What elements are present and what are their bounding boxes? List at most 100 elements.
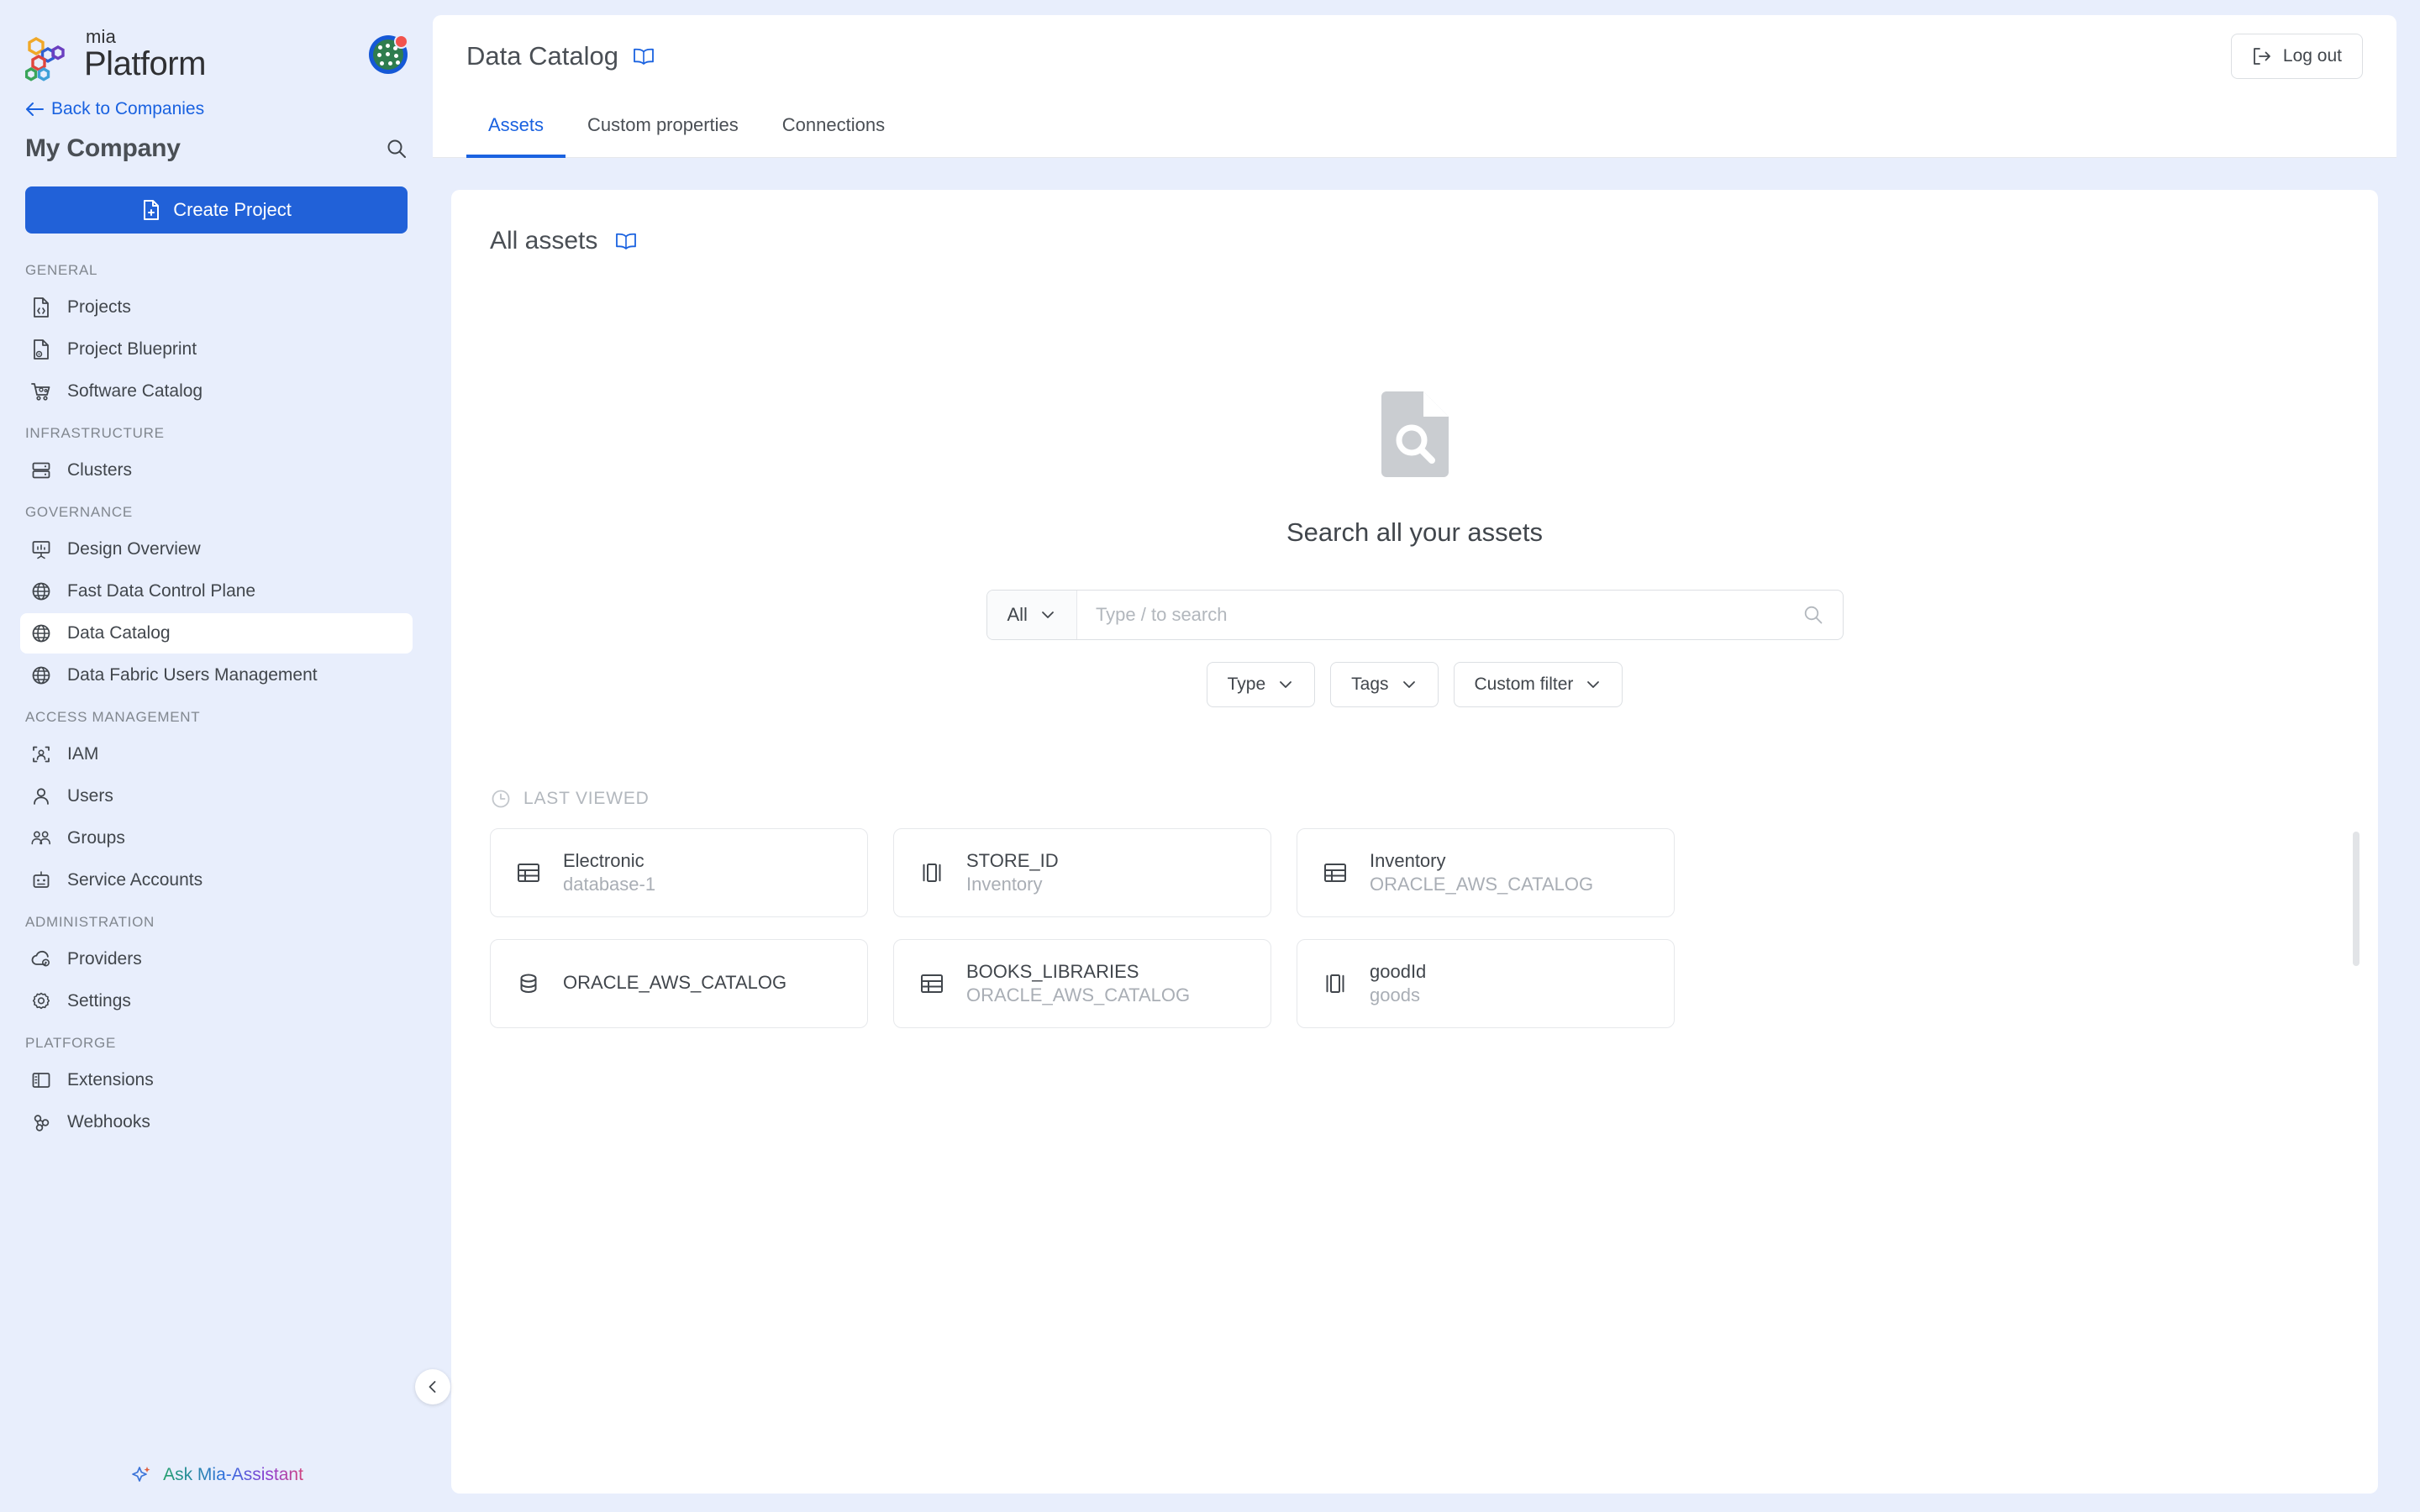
sidebar-item-software-catalog[interactable]: Software Catalog [20,371,413,412]
tab-connections[interactable]: Connections [760,97,907,158]
asset-card[interactable]: BOOKS_LIBRARIES ORACLE_AWS_CATALOG [893,939,1271,1028]
sidebar-item-data-fabric-users-management[interactable]: Data Fabric Users Management [20,655,413,696]
nav-group-infrastructure-label: INFRASTRUCTURE [25,425,165,441]
company-row: My Company [25,134,408,163]
sidebar-item-service-accounts[interactable]: Service Accounts [20,860,413,900]
sidebar-item-project-blueprint[interactable]: Project Blueprint [20,329,413,370]
empty-state-title: Search all your assets [1286,517,1543,547]
nav-group-governance-label: GOVERNANCE [25,504,133,520]
sidebar-item-webhooks[interactable]: Webhooks [20,1102,413,1142]
chevron-down-icon [1401,679,1418,690]
sidebar-item-settings[interactable]: Settings [20,981,413,1021]
cloud-gear-icon [30,948,52,970]
search-icon[interactable] [386,138,408,160]
sidebar-item-label: Project Blueprint [67,339,197,359]
nav-group-access-management-label: ACCESS MANAGEMENT [25,709,201,725]
company-name: My Company [25,134,181,162]
logout-icon [2252,47,2272,66]
table-icon [1321,858,1349,887]
filter-type[interactable]: Type [1206,662,1316,707]
sidebar-item-providers[interactable]: Providers [20,939,413,979]
asset-card-sub: Inventory [966,874,1043,895]
filter-custom-label: Custom filter [1474,675,1574,694]
asset-card[interactable]: ORACLE_AWS_CATALOG [490,939,868,1028]
sidebar-collapse-button[interactable] [415,1369,450,1404]
cards-scrollbar[interactable] [2353,832,2360,966]
sidebar-item-fast-data-control-plane[interactable]: Fast Data Control Plane [20,571,413,612]
avatar[interactable] [369,34,408,74]
search-scope-select[interactable]: All [986,591,1077,639]
sidebar-item-clusters[interactable]: Clusters [20,450,413,491]
filter-tags[interactable]: Tags [1330,662,1439,707]
chevron-down-icon [1277,679,1294,690]
app-root: mia Platform Back to Companies My Compan… [0,0,2420,1512]
tabs-bar: Assets Custom properties Connections [433,97,2396,158]
asset-card-texts: Inventory ORACLE_AWS_CATALOG [1370,850,1593,895]
sidebar-item-label: Data Catalog [67,623,171,643]
sidebar-top: mia Platform Back to Companies My Compan… [0,0,433,163]
asset-card-name: ORACLE_AWS_CATALOG [563,972,787,993]
sidebar-item-label: Users [67,786,113,806]
sidebar-item-iam[interactable]: IAM [20,734,413,774]
page-header: Data Catalog Log out Assets Custom prope… [433,15,2396,158]
brand-mia-label: mia [86,25,117,47]
sidebar-item-label: Projects [67,297,131,317]
filter-chips: Type Tags Custom filter [1206,662,1623,707]
sidebar-item-groups[interactable]: Groups [20,818,413,858]
book-icon[interactable] [614,230,638,252]
sidebar-item-users[interactable]: Users [20,776,413,816]
sidebar-item-projects[interactable]: Projects [20,287,413,328]
notification-badge-dot [394,34,408,49]
webhook-icon [30,1111,52,1133]
asset-card-sub: ORACLE_AWS_CATALOG [966,984,1191,1005]
last-viewed-section: LAST VIEWED Electronic database-1 STORE_… [490,788,2360,1028]
robot-icon [30,869,52,891]
sidebar-item-extensions[interactable]: Extensions [20,1060,413,1100]
tab-assets[interactable]: Assets [466,97,566,158]
gear-icon [30,990,52,1012]
asset-card-name: BOOKS_LIBRARIES [966,961,1139,982]
globe-icon [30,580,52,602]
page-header-top: Data Catalog Log out [433,15,2396,97]
asset-card-texts: goodId goods [1370,961,1426,1006]
tab-custom-properties[interactable]: Custom properties [566,97,760,158]
sidebar-item-design-overview[interactable]: Design Overview [20,529,413,570]
asset-card-texts: ORACLE_AWS_CATALOG [563,972,786,995]
search-submit-icon[interactable] [1784,591,1843,639]
assets-panel: All assets Search all your assets All Ty… [451,190,2378,1494]
arrow-left-icon [25,102,44,117]
back-to-companies-link[interactable]: Back to Companies [25,99,408,119]
back-to-companies-label: Back to Companies [51,99,205,118]
brand-logo[interactable]: mia Platform [25,25,206,82]
book-icon[interactable] [632,45,655,67]
filter-tags-label: Tags [1351,675,1389,694]
page-title: Data Catalog [466,41,618,71]
asset-card[interactable]: STORE_ID Inventory [893,828,1271,917]
page-title-row: Data Catalog [466,41,655,71]
sidebar-item-data-catalog[interactable]: Data Catalog [20,613,413,654]
clock-icon [490,788,512,810]
nav-group-general-label: GENERAL [25,262,98,278]
search-input[interactable] [1076,591,1784,639]
asset-card[interactable]: Inventory ORACLE_AWS_CATALOG [1297,828,1675,917]
create-project-button[interactable]: Create Project [25,186,408,234]
brand-row: mia Platform [25,25,408,82]
shopping-cart-icon [30,381,52,402]
table-icon [918,969,946,998]
logout-button[interactable]: Log out [2230,34,2363,79]
asset-card[interactable]: Electronic database-1 [490,828,868,917]
last-viewed-header: LAST VIEWED [490,788,2339,810]
ask-mia-assistant-label: Ask Mia-Assistant [163,1465,303,1484]
panel-layout-icon [30,1069,52,1091]
ask-mia-assistant-button[interactable]: Ask Mia-Assistant [25,1455,408,1487]
asset-card-sub: goods [1370,984,1420,1005]
mia-platform-hex-logo-icon [25,36,77,82]
sidebar-bottom: Ask Mia-Assistant [0,1455,433,1512]
asset-card-name: STORE_ID [966,850,1059,871]
asset-card[interactable]: goodId goods [1297,939,1675,1028]
create-project-label: Create Project [173,199,292,220]
filter-custom[interactable]: Custom filter [1453,662,1623,707]
chevron-down-icon [1585,679,1602,690]
globe-icon [30,622,52,644]
database-icon [514,969,543,998]
